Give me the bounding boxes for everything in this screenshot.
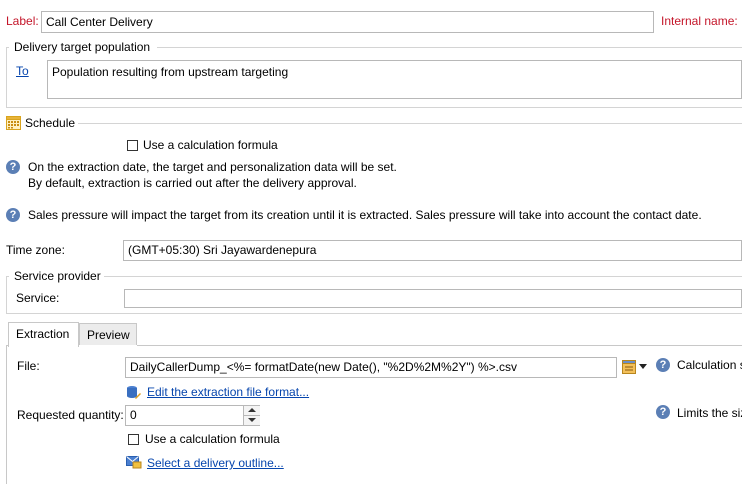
extraction-formula-checkbox[interactable] [128,434,139,445]
expression-editor-icon[interactable] [622,360,636,374]
tab-extraction[interactable]: Extraction [8,322,79,347]
label-input[interactable]: Call Center Delivery [41,11,654,33]
time-zone-caption: Time zone: [6,243,65,257]
calendar-icon [6,115,21,130]
stepper-up-button[interactable] [243,406,260,416]
info-icon: ? [6,208,20,222]
calculation-label: Calculation s [677,358,742,372]
extraction-info-line2: By default, extraction is carried out af… [28,176,357,190]
chevron-down-icon[interactable] [639,364,647,369]
info-icon: ? [656,405,670,419]
requested-quantity-caption: Requested quantity: [17,408,124,422]
chevron-up-icon [248,408,256,412]
limits-label: Limits the siz [677,406,742,420]
quantity-stepper[interactable]: 0 [125,405,260,426]
select-delivery-outline-link[interactable]: Select a delivery outline... [147,456,284,470]
schedule-formula-checkbox[interactable] [127,140,138,151]
time-zone-field[interactable]: (GMT+05:30) Sri Jayawardenepura [123,240,742,261]
envelope-icon [126,456,142,469]
target-population-field[interactable]: Population resulting from upstream targe… [47,60,742,99]
service-provider-legend: Service provider [14,269,101,283]
file-caption: File: [17,359,40,373]
internal-name-caption: Internal name: [661,14,738,28]
label-caption: Label: [6,14,39,28]
schedule-legend: Schedule [25,116,76,130]
stepper-down-button[interactable] [243,416,260,425]
sales-pressure-info: Sales pressure will impact the target fr… [28,208,702,222]
edit-extraction-format-link[interactable]: Edit the extraction file format... [147,385,309,399]
database-edit-icon [126,385,141,400]
schedule-formula-label: Use a calculation formula [143,138,278,152]
extraction-formula-label: Use a calculation formula [145,432,280,446]
target-population-legend: Delivery target population [14,40,151,54]
file-field[interactable]: DailyCallerDump_<%= formatDate(new Date(… [125,357,617,378]
chevron-down-icon [248,418,256,422]
info-icon: ? [6,160,20,174]
to-link[interactable]: To [16,64,29,78]
extraction-info-line1: On the extraction date, the target and p… [28,160,397,174]
service-field[interactable] [124,289,742,308]
service-caption: Service: [16,291,60,305]
info-icon: ? [656,358,670,372]
tab-preview[interactable]: Preview [79,323,137,345]
